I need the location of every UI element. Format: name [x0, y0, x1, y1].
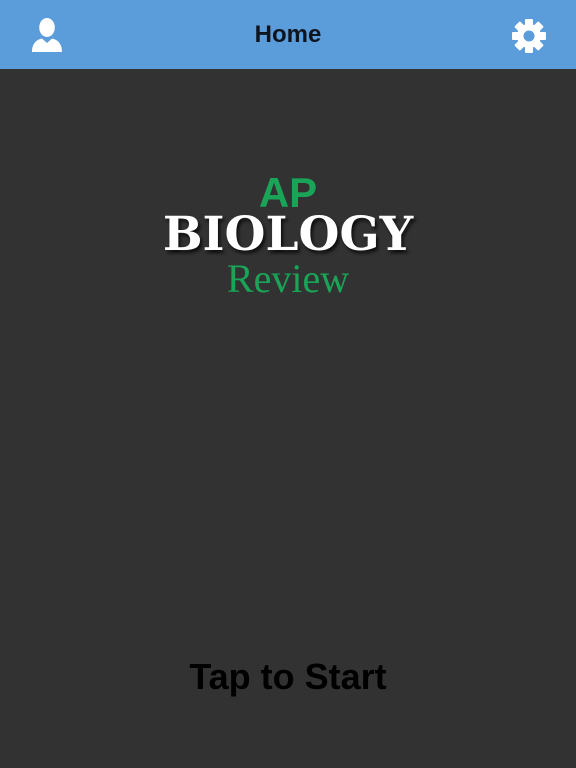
settings-button[interactable] — [510, 17, 548, 55]
gear-icon — [512, 19, 546, 53]
logo-review-text: Review — [226, 256, 350, 301]
logo-biology-text: BIOLOGY — [162, 207, 414, 262]
top-nav-bar: Home — [0, 0, 576, 69]
page-title: Home — [254, 21, 322, 48]
tap-to-start-button[interactable]: Tap to Start — [0, 652, 576, 702]
app-logo: AP BIOLOGY Review — [0, 170, 576, 300]
